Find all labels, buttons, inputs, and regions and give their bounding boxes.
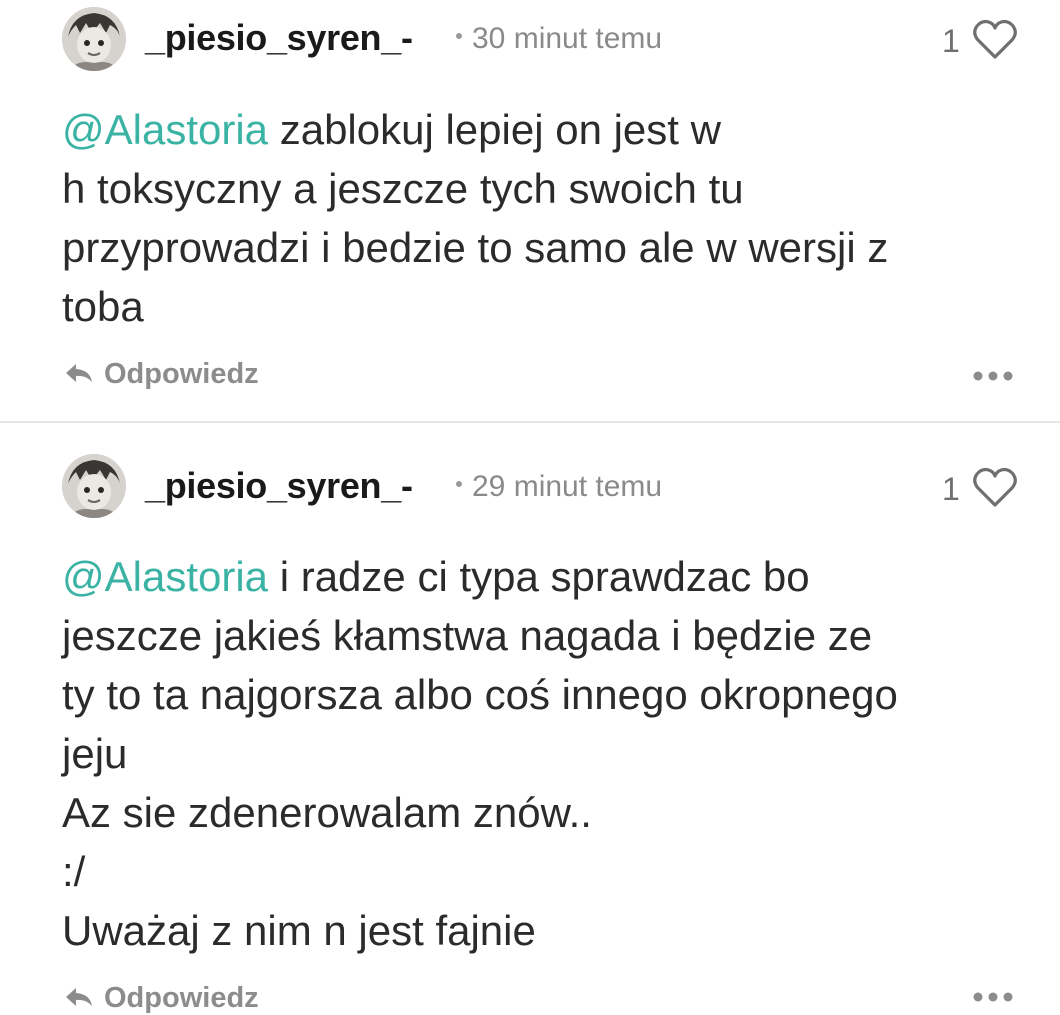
comment-item: _piesio_syren_- 30 minut temu 1 @Alastor…	[0, 0, 1060, 422]
user-mention[interactable]: @Alastoria	[62, 106, 268, 153]
reply-label: Odpowiedz	[104, 358, 259, 390]
comment-line: Uważaj z nim n jest fajnie	[62, 907, 536, 954]
comment-line: Az sie zdenerowalam znów..	[62, 789, 592, 836]
comment-line: @Alastoria i radze ci typa sprawdzac bo	[62, 553, 810, 600]
timestamp: 29 minut temu	[456, 470, 662, 504]
user-mention[interactable]: @Alastoria	[62, 553, 268, 600]
like-count: 1	[942, 23, 960, 59]
comment-body: @Alastoria zablokuj lepiej on jest w h t…	[62, 100, 1042, 336]
more-horizontal-icon[interactable]	[972, 369, 1014, 381]
comment-line: :/	[62, 848, 86, 895]
reply-button[interactable]: Odpowiedz	[64, 982, 259, 1015]
comment-line: przyprowadzi i bedzie to samo ale w wers…	[62, 224, 889, 271]
separator-dot	[456, 33, 462, 40]
separator-dot	[456, 481, 462, 488]
comment-line: jeju	[62, 730, 128, 777]
heart-outline-icon[interactable]	[972, 19, 1018, 61]
reply-label: Odpowiedz	[104, 982, 259, 1014]
comment-line: ty to ta najgorsza albo coś innego okrop…	[62, 671, 898, 718]
timestamp-text: 29 minut temu	[472, 470, 663, 503]
reply-arrow-icon	[66, 988, 92, 1007]
avatar[interactable]	[62, 7, 126, 71]
comment-body: @Alastoria i radze ci typa sprawdzac bo …	[62, 547, 1042, 960]
comment-divider	[0, 421, 1060, 423]
more-horizontal-icon[interactable]	[972, 990, 1014, 1002]
username[interactable]: _piesio_syren_-	[145, 17, 413, 59]
avatar[interactable]	[62, 454, 126, 518]
comment-line: jeszcze jakieś kłamstwa nagada i będzie …	[62, 612, 873, 659]
comment-line: @Alastoria zablokuj lepiej on jest w	[62, 106, 721, 153]
comment-item: _piesio_syren_- 29 minut temu 1 @Alastor…	[0, 424, 1060, 1014]
timestamp-text: 30 minut temu	[472, 22, 663, 55]
like-count: 1	[942, 471, 960, 507]
reply-button[interactable]: Odpowiedz	[64, 358, 259, 391]
reply-arrow-icon	[66, 364, 92, 383]
username[interactable]: _piesio_syren_-	[145, 465, 413, 507]
heart-outline-icon[interactable]	[972, 467, 1018, 509]
comment-line: toba	[62, 283, 144, 330]
comment-line: h toksyczny a jeszcze tych swoich tu	[62, 165, 744, 212]
timestamp: 30 minut temu	[456, 22, 662, 56]
